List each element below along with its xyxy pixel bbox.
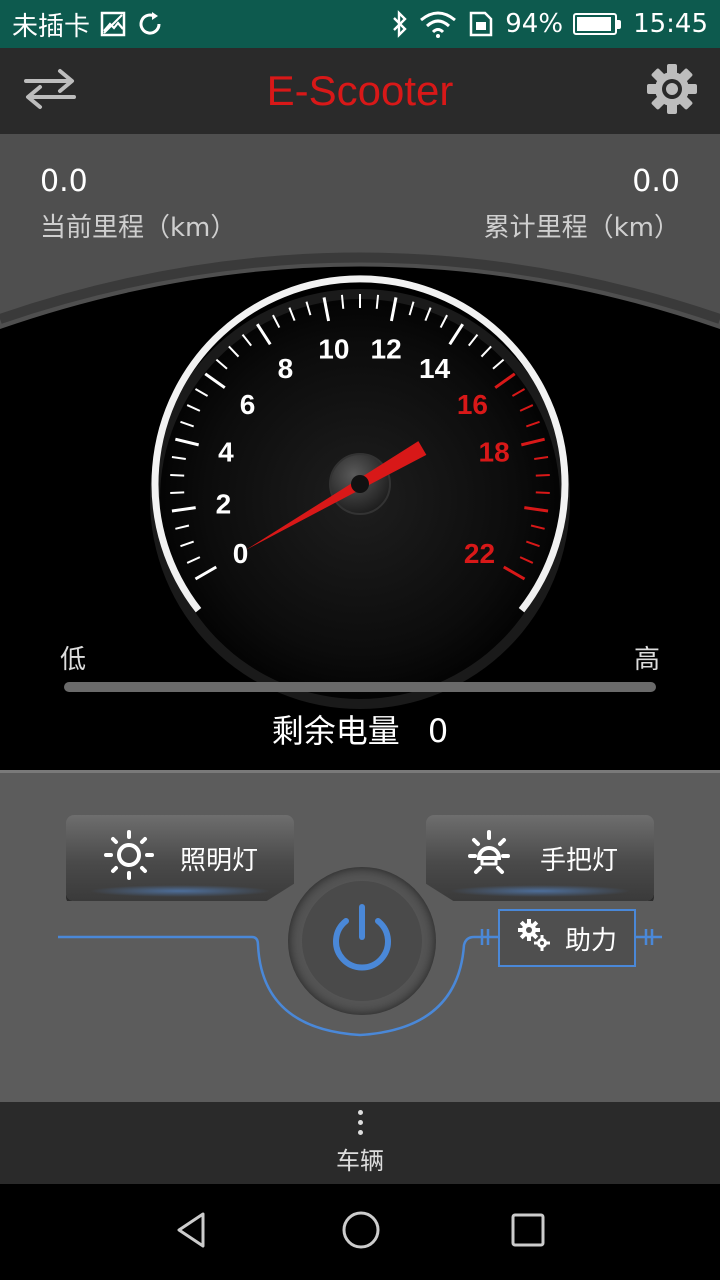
sun-icon xyxy=(102,828,156,889)
speedometer-label: 4 xyxy=(218,436,234,467)
speedometer-label: 0 xyxy=(233,538,249,569)
tab-vehicle[interactable]: 车辆 xyxy=(336,1141,384,1176)
speedometer-tick xyxy=(375,294,380,309)
app-header: E-Scooter xyxy=(0,48,720,134)
current-trip-label: 当前里程（km） xyxy=(40,213,237,243)
sim-image-icon xyxy=(100,11,126,37)
remaining-battery-value: 0 xyxy=(427,712,449,750)
power-icon xyxy=(326,901,398,981)
dashboard: 0 2 4 6 8 10 12 14 16 18 22 0.0 当前里程（km） 0.0 累计里程（… xyxy=(0,134,720,774)
battery-percent: 94% xyxy=(505,9,564,39)
app-title: E-Scooter xyxy=(266,67,454,114)
handle-light-button[interactable]: 手把灯 xyxy=(426,815,654,901)
wifi-icon xyxy=(419,10,457,38)
system-nav-bar xyxy=(0,1184,720,1280)
control-panel: 照明灯 手把灯 助力 xyxy=(0,770,720,1102)
battery-high-label: 高 xyxy=(633,645,660,675)
assist-button[interactable]: 助力 xyxy=(498,909,636,967)
back-icon[interactable] xyxy=(173,1210,213,1254)
home-icon[interactable] xyxy=(340,1209,382,1255)
carrier-text: 未插卡 xyxy=(12,11,91,42)
remaining-battery: 剩余电量 0 xyxy=(0,706,720,752)
needle-cap xyxy=(351,475,369,493)
remaining-battery-label: 剩余电量 xyxy=(271,712,400,750)
speedometer-label: 14 xyxy=(419,353,451,384)
more-vertical-icon[interactable] xyxy=(357,1110,363,1135)
speedometer-tick xyxy=(170,473,185,477)
handle-light-button-label: 手把灯 xyxy=(539,845,618,876)
gears-icon xyxy=(517,918,551,959)
speedometer-label: 10 xyxy=(318,333,349,364)
sim-data-icon xyxy=(467,10,495,38)
speedometer-label: 2 xyxy=(216,489,232,520)
swap-arrows-icon[interactable] xyxy=(22,67,78,115)
clock: 15:45 xyxy=(633,9,708,39)
battery-scale-labels: 低 高 xyxy=(60,639,660,676)
speedometer-label: 6 xyxy=(240,389,256,420)
bottom-tab-bar: 车辆 xyxy=(0,1102,720,1184)
light-button[interactable]: 照明灯 xyxy=(66,815,294,901)
total-trip-value: 0.0 xyxy=(632,164,680,199)
speedometer-label: 18 xyxy=(479,436,510,467)
current-trip: 0.0 当前里程（km） xyxy=(40,164,236,244)
battery-level-bar xyxy=(64,682,656,692)
recents-icon[interactable] xyxy=(509,1211,547,1253)
speedometer-tick xyxy=(340,294,345,309)
assist-button-label: 助力 xyxy=(564,925,617,956)
bluetooth-icon xyxy=(391,10,409,38)
speedometer-label: 12 xyxy=(371,333,402,364)
sync-icon xyxy=(136,10,164,38)
battery-icon xyxy=(573,13,622,35)
status-bar: 未插卡 94% 15:45 xyxy=(0,0,720,48)
speedometer-tick xyxy=(170,491,185,495)
current-trip-value: 0.0 xyxy=(40,164,88,199)
speedometer-tick xyxy=(535,491,550,495)
speedometer-tick xyxy=(535,473,550,477)
total-trip-label: 累计里程（km） xyxy=(483,213,680,243)
light-button-label: 照明灯 xyxy=(179,845,258,876)
speedometer-label: 16 xyxy=(457,389,488,420)
speedometer-label: 22 xyxy=(464,538,495,569)
power-button-ring xyxy=(288,867,436,1015)
battery-low-label: 低 xyxy=(60,645,87,675)
power-button[interactable] xyxy=(302,881,422,1001)
gear-icon[interactable] xyxy=(646,63,698,119)
handlebar-light-icon xyxy=(462,828,516,889)
speedometer-label: 8 xyxy=(278,353,294,384)
total-trip: 0.0 累计里程（km） xyxy=(484,164,680,244)
